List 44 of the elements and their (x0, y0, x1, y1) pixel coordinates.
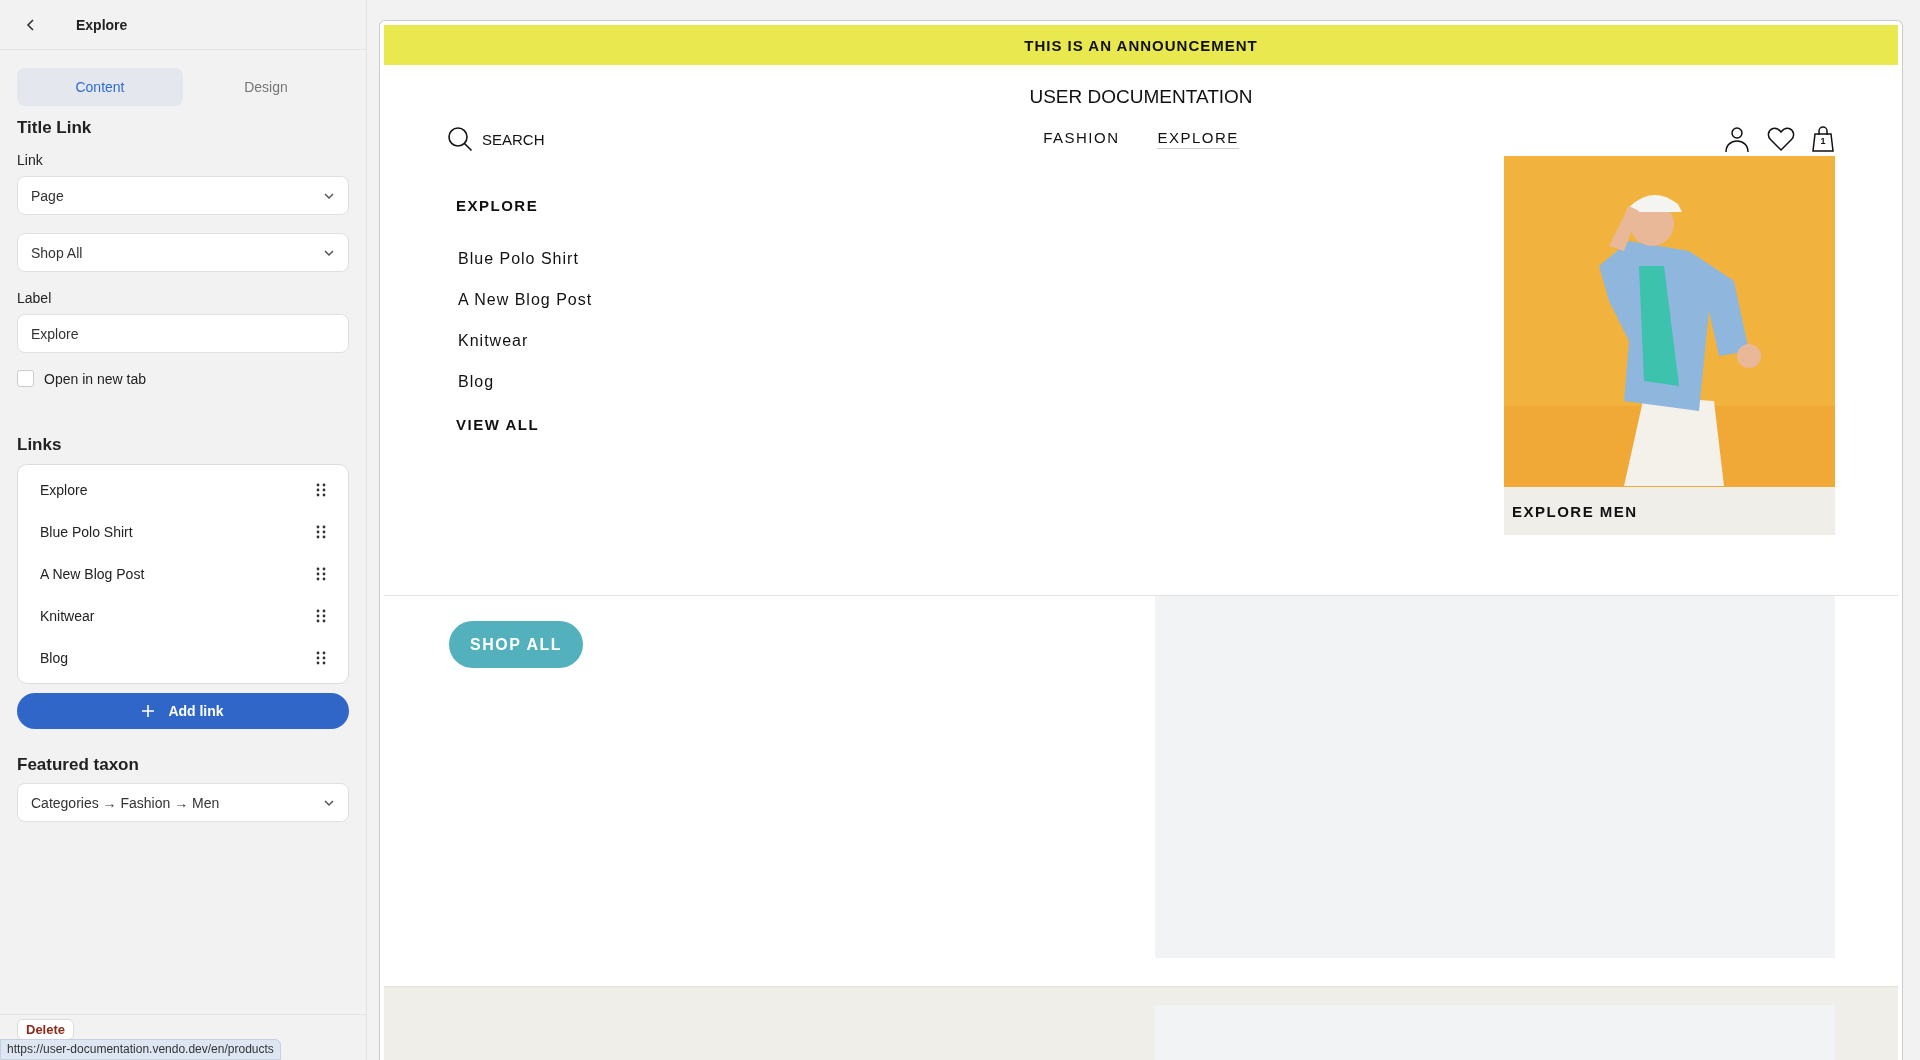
link-item[interactable]: A New Blog Post (40, 566, 145, 582)
store-logo[interactable]: USER DOCUMENTATION (1029, 86, 1253, 108)
input-field[interactable]: Explore (17, 314, 349, 353)
section-heading: Links (17, 435, 63, 455)
drag-handle-icon[interactable] (316, 525, 326, 539)
delete-button[interactable]: Delete (17, 1019, 75, 1040)
field-label: Label (17, 290, 53, 306)
drag-handle-icon[interactable] (316, 567, 326, 581)
menu-link[interactable]: Blog (458, 373, 495, 391)
drag-handle-icon[interactable] (316, 483, 326, 497)
nav-link[interactable]: EXPLORE (1157, 129, 1239, 149)
plus-icon (142, 705, 155, 717)
search-icon (447, 126, 473, 152)
back-icon[interactable] (26, 18, 36, 31)
tab[interactable]: Design (183, 68, 349, 106)
menu-link[interactable]: A New Blog Post (458, 291, 593, 309)
select-field[interactable]: Page (17, 176, 349, 215)
link-item[interactable]: Explore (40, 482, 88, 498)
panel-title: Explore (76, 16, 128, 33)
menu-heading[interactable]: EXPLORE (456, 197, 539, 214)
drag-handle-icon[interactable] (316, 609, 326, 623)
menu-link[interactable]: Knitwear (458, 332, 529, 350)
menu-link[interactable]: Blue Polo Shirt (458, 250, 579, 268)
nav-link[interactable]: FASHION (1043, 129, 1120, 149)
tab[interactable]: Content (17, 68, 183, 106)
add-link-button[interactable]: Add link (17, 693, 349, 729)
field-label: Link (17, 152, 44, 168)
heart-icon[interactable] (1767, 126, 1795, 152)
account-icon[interactable] (1723, 125, 1751, 153)
drag-handle-icon[interactable] (316, 651, 326, 665)
card-caption[interactable]: EXPLORE MEN (1504, 487, 1835, 535)
select-field[interactable]: Shop All (17, 233, 349, 272)
select-field[interactable]: Categories → Fashion → Men (17, 783, 349, 822)
status-url: https://user-documentation.vendo.dev/en/products (0, 1039, 281, 1060)
search-button[interactable]: SEARCH (447, 126, 1044, 152)
link-item[interactable]: Blog (40, 650, 69, 666)
section-heading: Title Link (17, 118, 93, 138)
section-heading: Featured taxon (17, 755, 140, 775)
checkbox-label: Open in new tab (44, 370, 146, 387)
announcement-bar: THIS IS AN ANNOUNCEMENT (384, 25, 1898, 65)
link-item[interactable]: Blue Polo Shirt (40, 524, 133, 540)
view-all-link[interactable]: VIEW ALL (456, 416, 540, 433)
checkbox[interactable] (17, 370, 34, 387)
link-item[interactable]: Knitwear (40, 608, 95, 624)
